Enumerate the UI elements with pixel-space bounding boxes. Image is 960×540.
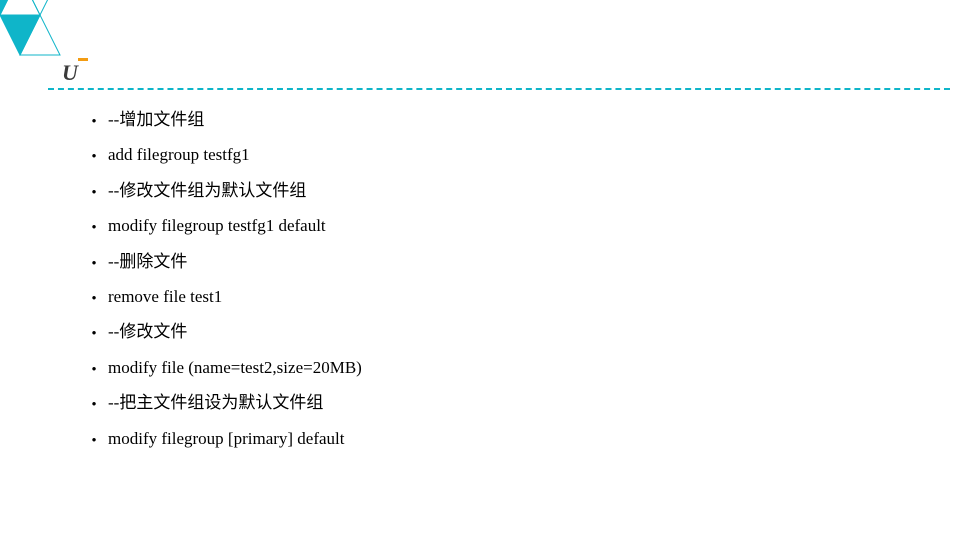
list-item: • --修改文件 — [80, 322, 920, 342]
bullet-list: • --增加文件组 • add filegroup testfg1 • --修改… — [80, 110, 920, 449]
bullet-icon: • — [80, 361, 108, 377]
bullet-icon: • — [80, 290, 108, 306]
list-item: • add filegroup testfg1 — [80, 145, 920, 165]
list-item: • --增加文件组 — [80, 110, 920, 130]
bullet-icon: • — [80, 432, 108, 448]
bullet-icon: • — [80, 325, 108, 341]
logo-accent-icon — [78, 58, 88, 61]
list-item-text: add filegroup testfg1 — [108, 145, 920, 165]
bullet-icon: • — [80, 396, 108, 412]
bullet-icon: • — [80, 113, 108, 129]
logo-text: U — [62, 60, 78, 86]
list-item: • --把主文件组设为默认文件组 — [80, 393, 920, 413]
list-item-text: --把主文件组设为默认文件组 — [108, 393, 920, 413]
bullet-icon: • — [80, 184, 108, 200]
list-item-text: --修改文件组为默认文件组 — [108, 181, 920, 201]
list-item: • --删除文件 — [80, 252, 920, 272]
header-divider — [48, 88, 950, 90]
list-item-text: modify file (name=test2,size=20MB) — [108, 358, 920, 378]
bullet-icon: • — [80, 219, 108, 235]
list-item-text: --修改文件 — [108, 322, 920, 342]
list-item: • modify filegroup [primary] default — [80, 429, 920, 449]
list-item: • --修改文件组为默认文件组 — [80, 181, 920, 201]
list-item-text: --删除文件 — [108, 252, 920, 272]
bullet-icon: • — [80, 148, 108, 164]
bullet-icon: • — [80, 255, 108, 271]
list-item-text: modify filegroup testfg1 default — [108, 216, 920, 236]
slide-content: • --增加文件组 • add filegroup testfg1 • --修改… — [80, 110, 920, 464]
list-item-text: modify filegroup [primary] default — [108, 429, 920, 449]
list-item: • modify filegroup testfg1 default — [80, 216, 920, 236]
triangle-decoration — [0, 0, 170, 100]
list-item-text: --增加文件组 — [108, 110, 920, 130]
list-item: • modify file (name=test2,size=20MB) — [80, 358, 920, 378]
list-item: • remove file test1 — [80, 287, 920, 307]
list-item-text: remove file test1 — [108, 287, 920, 307]
triangle-pattern-icon — [0, 0, 170, 100]
